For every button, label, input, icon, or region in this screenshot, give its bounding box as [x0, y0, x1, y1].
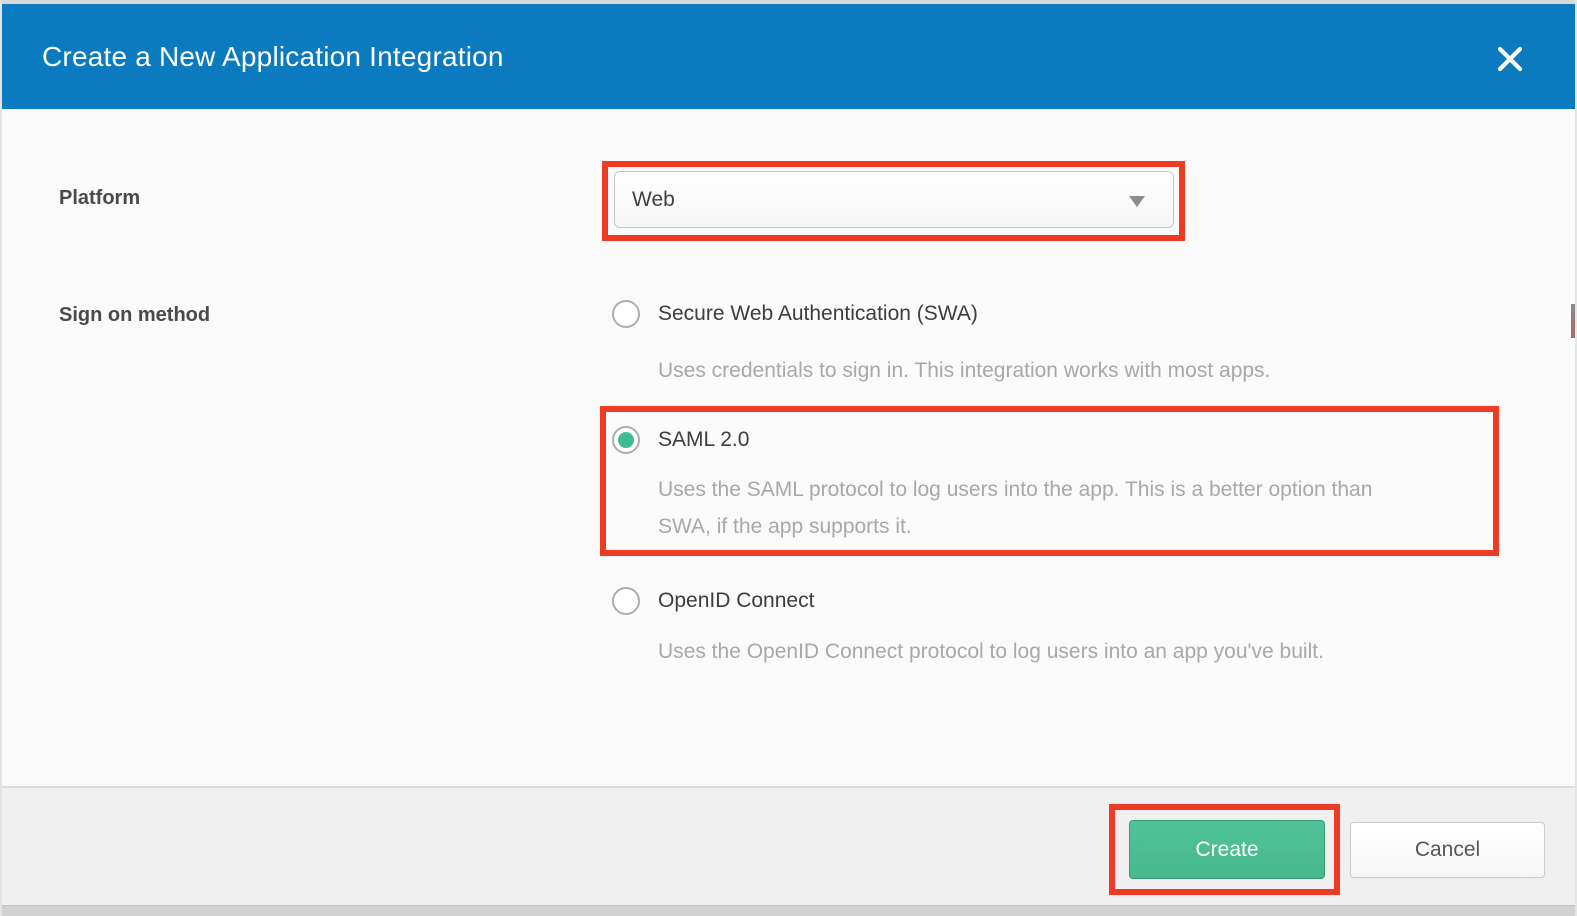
radio-option-openid[interactable]: OpenID Connect [612, 587, 814, 615]
radio-selected-icon[interactable] [612, 426, 640, 454]
radio-option-saml[interactable]: SAML 2.0 [612, 426, 749, 454]
modal-header: Create a New Application Integration [2, 4, 1575, 109]
option-title-openid: OpenID Connect [658, 589, 814, 613]
create-app-integration-modal: Create a New Application Integration Pla… [0, 0, 1577, 916]
radio-unselected-icon[interactable] [612, 300, 640, 328]
close-button[interactable] [1493, 42, 1527, 76]
right-edge-artifact [1571, 304, 1575, 338]
radio-dot [618, 432, 634, 448]
close-icon [1496, 45, 1524, 73]
platform-select[interactable]: Web [614, 171, 1174, 228]
option-description-saml: Uses the SAML protocol to log users into… [658, 471, 1428, 545]
option-title-swa: Secure Web Authentication (SWA) [658, 302, 978, 326]
bottom-edge-strip [2, 905, 1575, 916]
option-description-swa: Uses credentials to sign in. This integr… [658, 352, 1270, 389]
cancel-button[interactable]: Cancel [1350, 822, 1545, 878]
platform-select-value: Web [632, 188, 675, 212]
create-button[interactable]: Create [1129, 820, 1325, 879]
radio-option-swa[interactable]: Secure Web Authentication (SWA) [612, 300, 978, 328]
option-title-saml: SAML 2.0 [658, 428, 749, 452]
option-description-openid: Uses the OpenID Connect protocol to log … [658, 633, 1324, 670]
chevron-down-icon [1129, 196, 1145, 207]
radio-unselected-icon[interactable] [612, 587, 640, 615]
footer [2, 788, 1575, 905]
platform-label: Platform [59, 187, 140, 210]
sign-on-method-label: Sign on method [59, 304, 210, 327]
modal-title: Create a New Application Integration [42, 41, 504, 73]
